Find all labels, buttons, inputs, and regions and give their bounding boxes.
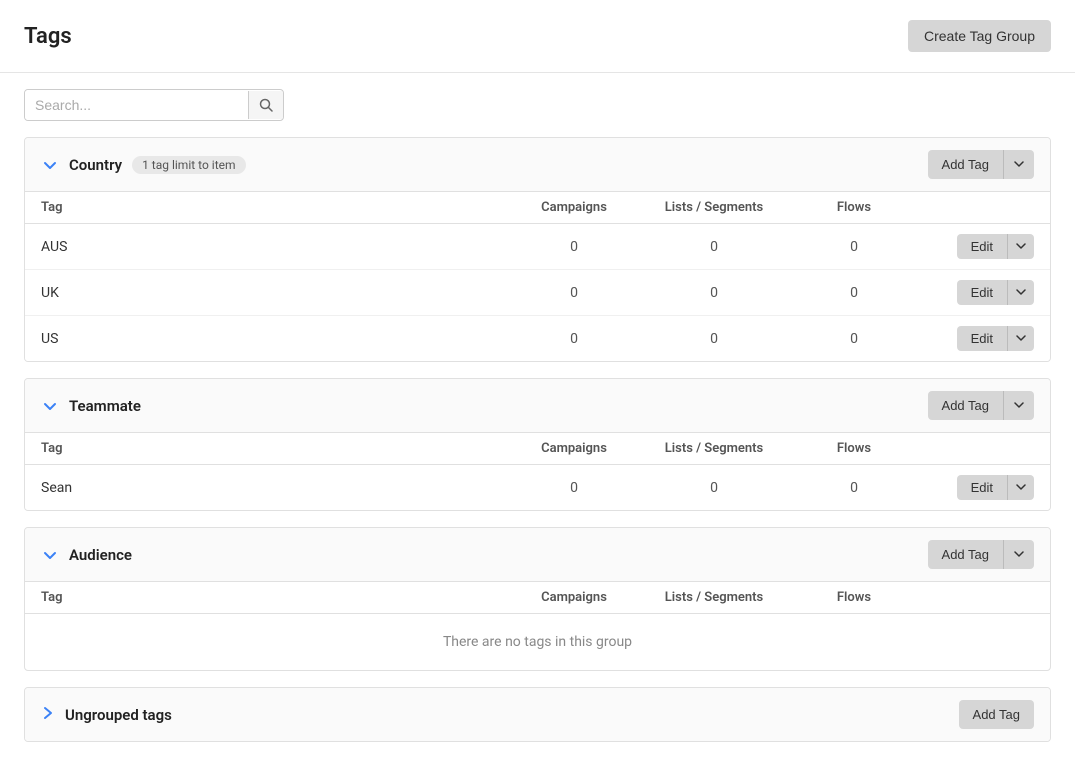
group-name-country: Country (69, 156, 122, 174)
cell-actions-teammate-0: Edit (914, 475, 1034, 500)
col-header-audience-2: Lists / Segments (634, 590, 794, 605)
col-header-teammate-3: Flows (794, 441, 914, 456)
col-header-teammate-0: Tag (41, 441, 514, 456)
ungrouped-add-tag-button[interactable]: Add Tag (959, 700, 1034, 729)
cell-tag-country-0: AUS (41, 239, 514, 255)
add-tag-button-audience[interactable]: Add Tag (928, 540, 1004, 569)
content-area: Country1 tag limit to itemAdd TagTagCamp… (0, 137, 1075, 782)
table-row-country-2: US000Edit (25, 316, 1050, 361)
search-input[interactable] (25, 90, 248, 120)
edit-button-country-0[interactable]: Edit (957, 234, 1008, 259)
ungrouped-card: Ungrouped tags Add Tag (24, 687, 1051, 742)
search-area (0, 73, 1075, 137)
col-header-actions-teammate (914, 441, 1034, 456)
ungrouped-header: Ungrouped tags Add Tag (25, 688, 1050, 741)
group-card-country: Country 1 tag limit to item Add Tag TagCamp… (24, 137, 1051, 362)
empty-message-audience: There are no tags in this group (25, 614, 1050, 670)
collapse-icon-teammate[interactable] (41, 397, 59, 415)
cell-lists-teammate-0: 0 (634, 480, 794, 496)
create-tag-group-button[interactable]: Create Tag Group (908, 20, 1051, 52)
cell-actions-country-0: Edit (914, 234, 1034, 259)
cell-campaigns-country-1: 0 (514, 285, 634, 301)
table-header-audience: TagCampaignsLists / SegmentsFlows (25, 582, 1050, 614)
chevron-down-icon (1016, 333, 1026, 343)
add-tag-button-teammate[interactable]: Add Tag (928, 391, 1004, 420)
edit-button-country-1[interactable]: Edit (957, 280, 1008, 305)
table-audience: TagCampaignsLists / SegmentsFlowsThere a… (25, 582, 1050, 670)
page-header: Tags Create Tag Group (0, 0, 1075, 73)
cell-lists-country-0: 0 (634, 239, 794, 255)
cell-flows-country-0: 0 (794, 239, 914, 255)
cell-lists-country-1: 0 (634, 285, 794, 301)
group-name-teammate: Teammate (69, 397, 141, 415)
chevron-down-icon (1016, 287, 1026, 297)
chevron-down-icon (1016, 482, 1026, 492)
add-tag-dropdown-audience[interactable] (1004, 540, 1034, 569)
cell-tag-teammate-0: Sean (41, 480, 514, 496)
collapse-icon-audience[interactable] (41, 546, 59, 564)
row-dropdown-country-0[interactable] (1008, 234, 1034, 259)
table-row-country-0: AUS000Edit (25, 224, 1050, 270)
col-header-country-3: Flows (794, 200, 914, 215)
col-header-audience-3: Flows (794, 590, 914, 605)
cell-campaigns-country-2: 0 (514, 331, 634, 347)
search-button[interactable] (248, 91, 283, 119)
search-icon (259, 98, 273, 112)
table-header-teammate: TagCampaignsLists / SegmentsFlows (25, 433, 1050, 465)
group-badge-country: 1 tag limit to item (132, 156, 245, 174)
row-dropdown-teammate-0[interactable] (1008, 475, 1034, 500)
col-header-country-2: Lists / Segments (634, 200, 794, 215)
row-dropdown-country-1[interactable] (1008, 280, 1034, 305)
collapse-icon-country[interactable] (41, 156, 59, 174)
edit-button-country-2[interactable]: Edit (957, 326, 1008, 351)
cell-actions-country-1: Edit (914, 280, 1034, 305)
cell-flows-teammate-0: 0 (794, 480, 914, 496)
col-header-actions-audience (914, 590, 1034, 605)
group-header-audience: Audience Add Tag (25, 528, 1050, 582)
table-row-country-1: UK000Edit (25, 270, 1050, 316)
row-dropdown-country-2[interactable] (1008, 326, 1034, 351)
col-header-teammate-2: Lists / Segments (634, 441, 794, 456)
cell-flows-country-2: 0 (794, 331, 914, 347)
col-header-country-1: Campaigns (514, 200, 634, 215)
chevron-down-icon (1014, 159, 1024, 169)
cell-campaigns-country-0: 0 (514, 239, 634, 255)
cell-campaigns-teammate-0: 0 (514, 480, 634, 496)
cell-actions-country-2: Edit (914, 326, 1034, 351)
add-tag-dropdown-teammate[interactable] (1004, 391, 1034, 420)
col-header-audience-1: Campaigns (514, 590, 634, 605)
ungrouped-name: Ungrouped tags (65, 706, 172, 724)
group-header-teammate: Teammate Add Tag (25, 379, 1050, 433)
chevron-down-icon (1016, 241, 1026, 251)
page-title: Tags (24, 24, 72, 49)
col-header-audience-0: Tag (41, 590, 514, 605)
cell-tag-country-2: US (41, 331, 514, 347)
edit-button-teammate-0[interactable]: Edit (957, 475, 1008, 500)
add-tag-dropdown-country[interactable] (1004, 150, 1034, 179)
col-header-country-0: Tag (41, 200, 514, 215)
group-name-audience: Audience (69, 546, 132, 564)
ungrouped-expand-icon[interactable] (41, 706, 55, 723)
cell-flows-country-1: 0 (794, 285, 914, 301)
table-country: TagCampaignsLists / SegmentsFlowsAUS000E… (25, 192, 1050, 361)
search-box (24, 89, 284, 121)
group-card-teammate: Teammate Add Tag TagCampaignsLists / Segme… (24, 378, 1051, 511)
col-header-actions-country (914, 200, 1034, 215)
table-header-country: TagCampaignsLists / SegmentsFlows (25, 192, 1050, 224)
chevron-down-icon (1014, 549, 1024, 559)
add-tag-button-country[interactable]: Add Tag (928, 150, 1004, 179)
chevron-down-icon (1014, 400, 1024, 410)
cell-tag-country-1: UK (41, 285, 514, 301)
col-header-teammate-1: Campaigns (514, 441, 634, 456)
group-card-audience: Audience Add Tag TagCampaignsLists / Segme… (24, 527, 1051, 671)
table-teammate: TagCampaignsLists / SegmentsFlowsSean000… (25, 433, 1050, 510)
table-row-teammate-0: Sean000Edit (25, 465, 1050, 510)
group-header-country: Country 1 tag limit to item Add Tag (25, 138, 1050, 192)
cell-lists-country-2: 0 (634, 331, 794, 347)
